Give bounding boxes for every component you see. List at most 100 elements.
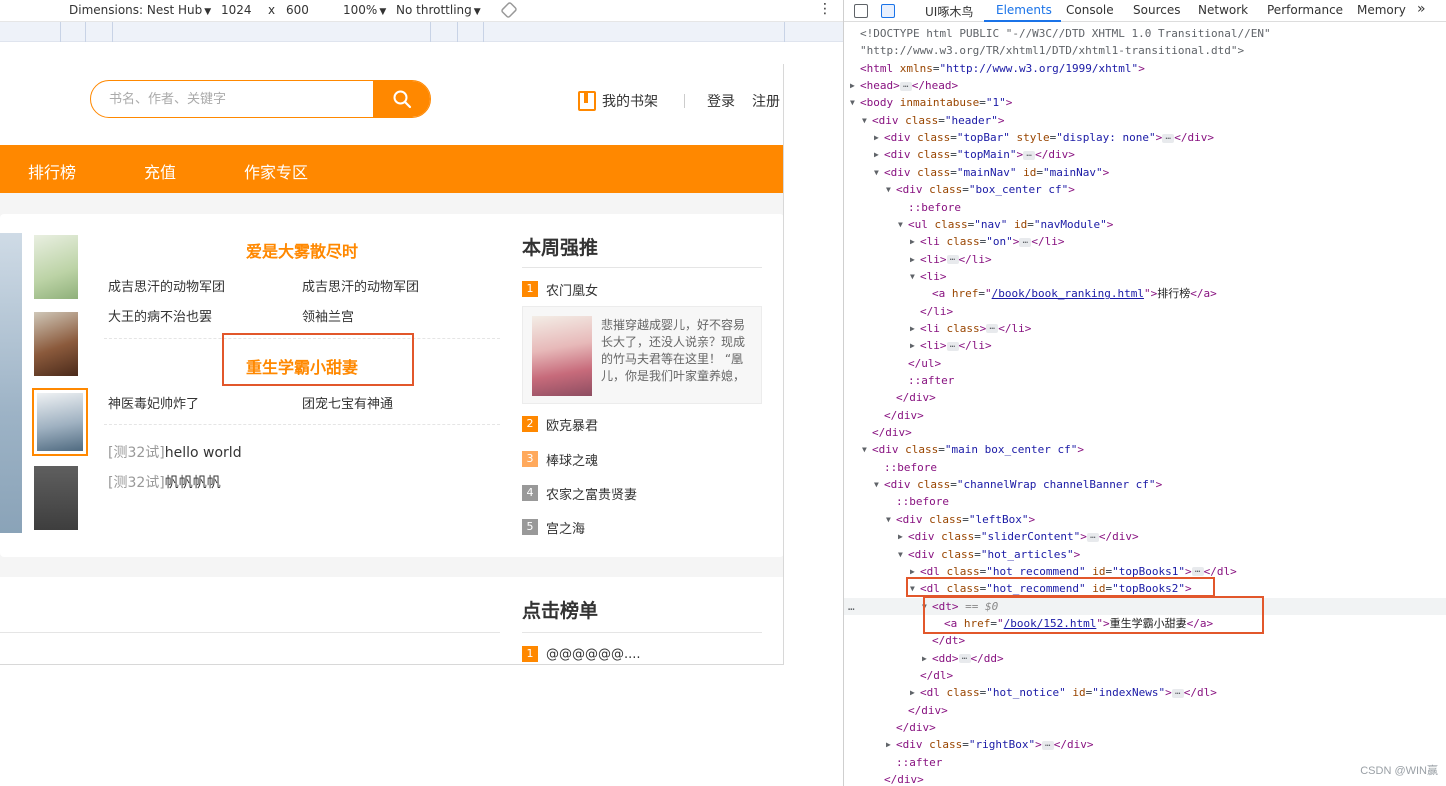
nav-author-zone[interactable]: 作家专区 (244, 159, 308, 183)
dom-tree-line[interactable]: ▶ <dd>… </dd> (844, 650, 1446, 667)
zoom-select[interactable]: 100% ▼ (343, 3, 386, 17)
rank-item[interactable]: 1 农门凰女 (522, 280, 598, 299)
expand-right-icon[interactable]: ▶ (898, 528, 903, 545)
register-link[interactable]: 注册 (752, 91, 780, 111)
rank-item[interactable]: 5 宫之海 (522, 518, 585, 537)
featured-book-card[interactable]: 悲摧穿越成婴儿，好不容易长大了，还没人说亲？现成的竹马夫君等在这里！ “凰儿，你… (522, 306, 762, 404)
rank-item[interactable]: 4 农家之富贵贤妻 (522, 484, 637, 503)
rank-item[interactable]: 1 @@@@@@.... (522, 645, 641, 663)
expand-down-icon[interactable]: ▼ (850, 94, 855, 111)
dom-tree-line[interactable]: </div> (844, 389, 1446, 406)
book-link[interactable]: 成吉思汗的动物军团 (302, 276, 419, 295)
dom-tree-line[interactable]: <!DOCTYPE html PUBLIC "-//W3C//DTD XHTML… (844, 25, 1446, 42)
more-vertical-icon[interactable]: ⋮ (818, 1, 832, 17)
dom-tree-line[interactable]: ▼ <div class="box_center cf"> (844, 181, 1446, 198)
dom-tree-line[interactable]: ▶ <li>… </li> (844, 251, 1446, 268)
expand-right-icon[interactable]: ▶ (910, 251, 915, 268)
expand-right-icon[interactable]: ▶ (910, 233, 915, 250)
book-link[interactable]: 成吉思汗的动物军团 (108, 276, 225, 295)
dom-tree-line[interactable]: ::after (844, 372, 1446, 389)
dom-tree-line[interactable]: ▼ <div class="leftBox"> (844, 511, 1446, 528)
book-link[interactable]: 大王的病不治也罢 (108, 306, 212, 325)
featured-book-cover[interactable] (532, 316, 592, 396)
book-cover-thumb-active[interactable] (32, 388, 88, 456)
book-cover-thumb[interactable] (34, 312, 78, 376)
dom-tree-line[interactable]: ::before (844, 493, 1446, 510)
dom-tree-line[interactable]: ▼ <div class="mainNav" id="mainNav"> (844, 164, 1446, 181)
dom-tree-line[interactable]: ▶ <li>… </li> (844, 337, 1446, 354)
notice-item[interactable]: [测32试]帆帆帆帆 (108, 472, 221, 492)
dom-tree-line[interactable]: </div> (844, 719, 1446, 736)
book-cover-thumb[interactable] (34, 466, 78, 530)
expand-down-icon[interactable]: ▼ (862, 112, 867, 129)
tab-sources[interactable]: Sources (1133, 3, 1180, 17)
expand-right-icon[interactable]: ▶ (874, 146, 879, 163)
tab-performance[interactable]: Performance (1267, 3, 1343, 17)
device-select[interactable]: Dimensions: Nest Hub ▼ (69, 3, 211, 17)
dom-tree-line[interactable]: ▶ <div class="topBar" style="display: non… (844, 129, 1446, 146)
login-link[interactable]: 登录 (707, 91, 735, 111)
dom-tree-line[interactable]: ▼ <div class="channelWrap channelBanner c… (844, 476, 1446, 493)
dom-tree-line[interactable]: ▼ <li> (844, 268, 1446, 285)
dom-tree-line[interactable]: ::before (844, 459, 1446, 476)
expand-right-icon[interactable]: ▶ (886, 736, 891, 753)
expand-down-icon[interactable]: ▼ (862, 441, 867, 458)
dom-tree-line[interactable]: <html xmlns="http://www.w3.org/1999/xhtm… (844, 60, 1446, 77)
book-link[interactable]: 神医毒妃帅炸了 (108, 393, 199, 412)
search-input[interactable] (91, 81, 374, 117)
hot-recommend-title-1[interactable]: 爱是大雾散尽时 (104, 238, 500, 262)
dom-tree-line[interactable]: ▼ <ul class="nav" id="navModule"> (844, 216, 1446, 233)
expand-down-icon[interactable]: ▼ (898, 216, 903, 233)
width-input[interactable]: 1024 (221, 3, 252, 17)
expand-right-icon[interactable]: ▶ (910, 320, 915, 337)
nav-recharge[interactable]: 充值 (144, 159, 176, 183)
tab-memory[interactable]: Memory (1357, 3, 1406, 17)
expand-right-icon[interactable]: ▶ (910, 684, 915, 701)
dom-tree-line[interactable]: ▼ <div class="hot_articles"> (844, 546, 1446, 563)
my-bookshelf-link[interactable]: 我的书架 (578, 91, 658, 111)
dom-tree-line[interactable]: ::before (844, 199, 1446, 216)
book-link[interactable]: 团宠七宝有神通 (302, 393, 393, 412)
expand-right-icon[interactable]: ▶ (910, 337, 915, 354)
height-input[interactable]: 600 (286, 3, 309, 17)
dom-tree-line[interactable]: ▶ <head>… </head> (844, 77, 1446, 94)
dom-tree-line[interactable]: </li> (844, 303, 1446, 320)
dom-tree-line[interactable]: </div> (844, 424, 1446, 441)
tab-network[interactable]: Network (1198, 3, 1248, 17)
nav-ranking[interactable]: 排行榜 (28, 159, 76, 183)
dom-tree-line[interactable]: ▶ <div class="sliderContent">… </div> (844, 528, 1446, 545)
expand-down-icon[interactable]: ▼ (886, 511, 891, 528)
expand-down-icon[interactable]: ▼ (874, 164, 879, 181)
rotate-icon[interactable] (500, 1, 518, 22)
expand-down-icon[interactable]: ▼ (910, 268, 915, 285)
dom-tree-line[interactable]: </div> (844, 771, 1446, 786)
inspect-element-icon[interactable] (854, 4, 868, 18)
dom-tree-line[interactable]: "http://www.w3.org/TR/xhtml1/DTD/xhtml1-… (844, 42, 1446, 59)
dom-tree-line[interactable]: ▶ <li class="on">… </li> (844, 233, 1446, 250)
search-button[interactable] (373, 81, 430, 117)
rank-item[interactable]: 2 欧克暴君 (522, 415, 598, 434)
expand-down-icon[interactable]: ▼ (886, 181, 891, 198)
dom-tree-line[interactable]: </ul> (844, 355, 1446, 372)
dom-tree-line[interactable]: ▶ <dl class="hot_notice" id="indexNews">…… (844, 684, 1446, 701)
dom-tree-line[interactable]: ▶ <li class>… </li> (844, 320, 1446, 337)
dom-tree-line[interactable]: ▶ <div class="topMain">… </div> (844, 146, 1446, 163)
expand-right-icon[interactable]: ▶ (922, 650, 927, 667)
throttling-select[interactable]: No throttling ▼ (396, 3, 481, 17)
dom-tree-line[interactable]: </div> (844, 702, 1446, 719)
device-toggle-icon[interactable] (881, 4, 895, 18)
dom-tree-line[interactable]: </dt> (844, 632, 1446, 649)
book-cover-thumb[interactable] (34, 235, 78, 299)
dom-tree-line[interactable]: </dl> (844, 667, 1446, 684)
tab-console[interactable]: Console (1066, 3, 1114, 17)
dom-tree-line[interactable]: ▼ <div class="main box_center cf"> (844, 441, 1446, 458)
dom-tree-line[interactable]: ▼ <div class="header"> (844, 112, 1446, 129)
notice-item[interactable]: [测32试]hello world (108, 442, 242, 462)
dom-tree-line[interactable]: ▼ <body inmaintabuse="1"> (844, 94, 1446, 111)
expand-down-icon[interactable]: ▼ (874, 476, 879, 493)
expand-right-icon[interactable]: ▶ (850, 77, 855, 94)
tab-ui-woodpecker[interactable]: UI啄木鸟 (925, 3, 973, 20)
dom-tree-line[interactable]: ▶ <div class="rightBox">… </div> (844, 736, 1446, 753)
selected-node-menu-icon[interactable]: … (848, 598, 855, 615)
dom-tree-line[interactable]: <a href="/book/book_ranking.html">排行榜</a… (844, 285, 1446, 302)
